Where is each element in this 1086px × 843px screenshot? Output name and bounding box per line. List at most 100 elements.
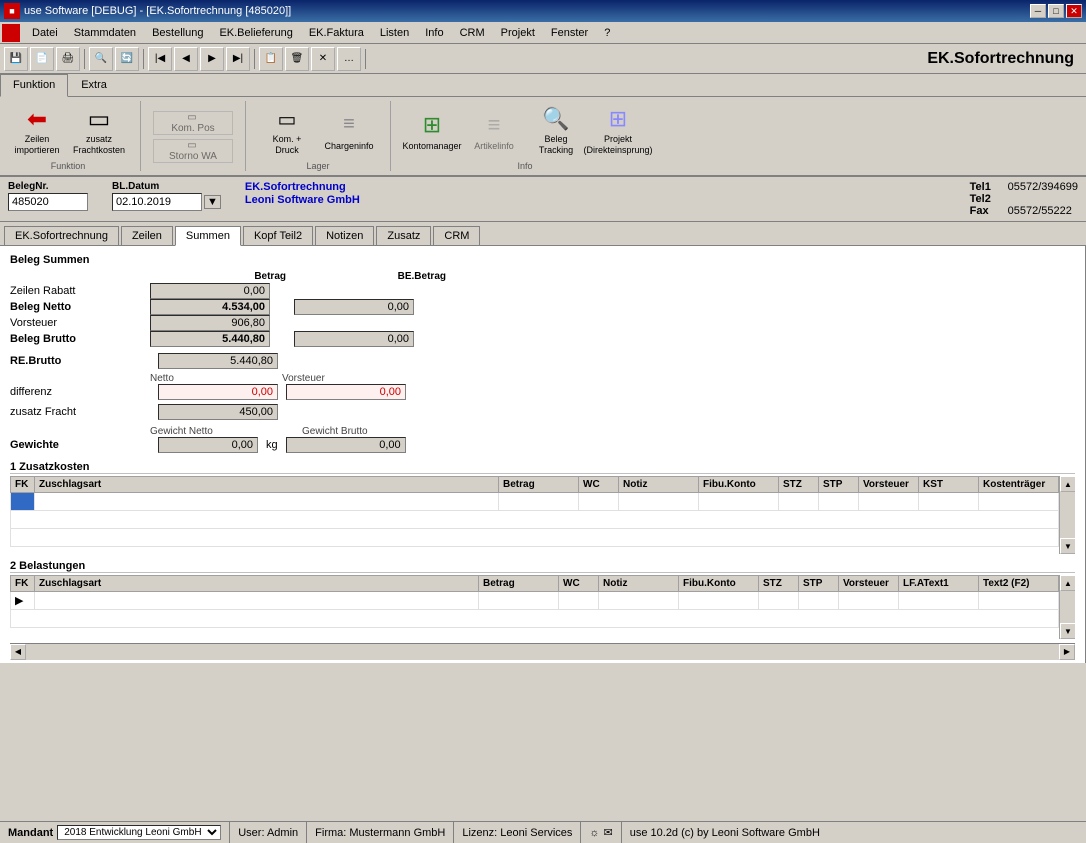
beleg-netto-label: Beleg Netto — [10, 299, 150, 315]
menu-fenster[interactable]: Fenster — [543, 25, 596, 41]
menu-ekfaktura[interactable]: EK.Faktura — [301, 25, 372, 41]
kom-pos-button[interactable]: ▭ Kom. Pos — [153, 111, 233, 135]
zeilen-rabatt-input[interactable] — [150, 283, 270, 299]
tab-summen[interactable]: Summen — [175, 226, 241, 246]
tab-crm[interactable]: CRM — [433, 226, 480, 245]
gewicht-brutto-input[interactable] — [286, 437, 406, 453]
vorsteuer-input[interactable] — [150, 315, 270, 331]
menu-listen[interactable]: Listen — [372, 25, 417, 41]
zk-scroll-up[interactable]: ▲ — [1060, 476, 1075, 492]
bl-vorsteuer-new — [839, 592, 899, 610]
ek-title: EK.Sofortrechnung — [370, 50, 1082, 68]
bl-fibu-new — [679, 592, 759, 610]
belastungen-table-container: FK Zuschlagsart Betrag WC Notiz Fibu.Kon… — [10, 575, 1075, 639]
kom-druck-button[interactable]: ▭ Kom. +Druck — [258, 101, 316, 159]
toolbar: 💾 📄 🖨 🔍 🔄 |◀ ◀ ▶ ▶| 📋 🗑 ✕ … EK.Sofortrec… — [0, 44, 1086, 74]
bl-fk-header: FK — [11, 576, 35, 592]
window-controls[interactable]: ─ □ ✕ — [1030, 4, 1082, 18]
ribbon-tab-extra[interactable]: Extra — [68, 74, 120, 96]
gewicht-netto-input[interactable] — [158, 437, 258, 453]
tab-notizen[interactable]: Notizen — [315, 226, 374, 245]
bl-vscroll[interactable]: ▲ ▼ — [1059, 575, 1075, 639]
menu-stammdaten[interactable]: Stammdaten — [66, 25, 144, 41]
differenz-vorsteuer-input[interactable] — [286, 384, 406, 400]
bl-fibu-header: Fibu.Konto — [679, 576, 759, 592]
beleg-tracking-button[interactable]: 🔍 BelegTracking — [527, 101, 585, 159]
menu-projekt[interactable]: Projekt — [493, 25, 543, 41]
tab-kopf-teil2[interactable]: Kopf Teil2 — [243, 226, 313, 245]
first-button[interactable]: |◀ — [148, 47, 172, 71]
zk-kst-header: KST — [919, 477, 979, 493]
zk-notiz-header: Notiz — [619, 477, 699, 493]
search-button[interactable]: 🔍 — [89, 47, 113, 71]
storno-wa-button[interactable]: ▭ Storno WA — [153, 139, 233, 163]
close-button[interactable]: ✕ — [1066, 4, 1082, 18]
maximize-button[interactable]: □ — [1048, 4, 1064, 18]
projekt-button[interactable]: ⊞ Projekt(Direkteinsprung) — [589, 101, 647, 159]
zk-vscroll[interactable]: ▲ ▼ — [1059, 476, 1075, 554]
zk-stp-new — [819, 493, 859, 511]
beleg-netto-be-input[interactable] — [294, 299, 414, 315]
zk-wc-header: WC — [579, 477, 619, 493]
beleg-brutto-input[interactable] — [150, 331, 270, 347]
bl-betrag-new — [479, 592, 559, 610]
kontomanager-button[interactable]: ⊞ Kontomanager — [403, 101, 461, 159]
zeilen-importieren-button[interactable]: ⬅ Zeilen importieren — [8, 101, 66, 159]
save-button[interactable]: 💾 — [4, 47, 28, 71]
differenz-netto-input[interactable] — [158, 384, 278, 400]
menu-crm[interactable]: CRM — [452, 25, 493, 41]
menu-bestellung[interactable]: Bestellung — [144, 25, 211, 41]
ek-sofort-field: EK.Sofortrechnung Leoni Software GmbH — [245, 181, 360, 206]
menu-info[interactable]: Info — [417, 25, 451, 41]
zusatz-frachtkosten-button[interactable]: ▭ zusatz Frachtkosten — [70, 101, 128, 159]
zk-scroll-down[interactable]: ▼ — [1060, 538, 1075, 554]
print-button[interactable]: 🖨 — [56, 47, 80, 71]
delete-button[interactable]: 🗑 — [285, 47, 309, 71]
zusatzkosten-new-row[interactable] — [11, 493, 1059, 511]
prev-button[interactable]: ◀ — [174, 47, 198, 71]
netto-sublabel: Netto — [150, 373, 270, 384]
new-button[interactable]: 📄 — [30, 47, 54, 71]
hscroll-left-btn[interactable]: ◀ — [10, 644, 26, 660]
bl-datum-label: BL.Datum — [112, 181, 221, 192]
menu-ekbelieferung[interactable]: EK.Belieferung — [211, 25, 300, 41]
re-brutto-input[interactable] — [158, 353, 278, 369]
version-segment: use 10.2d (c) by Leoni Software GmbH — [622, 822, 828, 843]
zusatz-frachtkosten-label: zusatz Frachtkosten — [73, 134, 125, 156]
toolbar-sep2 — [143, 49, 144, 69]
beleg-nr-input[interactable] — [8, 193, 88, 211]
tab-zeilen[interactable]: Zeilen — [121, 226, 173, 245]
next-button[interactable]: ▶ — [200, 47, 224, 71]
bl-datum-dropdown[interactable]: ▼ — [204, 195, 221, 209]
copy-button[interactable]: 📋 — [259, 47, 283, 71]
chargeninfo-button[interactable]: ≡ Chargeninfo — [320, 101, 378, 159]
storno-wa-icon: ▭ — [187, 140, 196, 151]
user-segment: User: Admin — [230, 822, 307, 843]
bl-datum-input[interactable] — [112, 193, 202, 211]
more-button[interactable]: … — [337, 47, 361, 71]
artikelinfo-button[interactable]: ≡ Artikelinfo — [465, 101, 523, 159]
beleg-brutto-be-input[interactable] — [294, 331, 414, 347]
tab-zusatz[interactable]: Zusatz — [376, 226, 431, 245]
belastungen-section: 2 Belastungen FK Zuschlagsart Betrag WC … — [10, 560, 1075, 639]
mandant-select[interactable]: 2018 Entwicklung Leoni GmbH — [57, 825, 221, 840]
kontomanager-icon: ⊞ — [416, 109, 448, 141]
belastungen-new-row[interactable]: ▶ — [11, 592, 1059, 610]
zusatz-fracht-input[interactable] — [158, 404, 278, 420]
bl-scroll-down[interactable]: ▼ — [1060, 623, 1075, 639]
bl-scroll-up[interactable]: ▲ — [1060, 575, 1075, 591]
tab-ek-sofortrechnung[interactable]: EK.Sofortrechnung — [4, 226, 119, 245]
hscroll-right-btn[interactable]: ▶ — [1059, 644, 1075, 660]
last-button[interactable]: ▶| — [226, 47, 250, 71]
cancel-button[interactable]: ✕ — [311, 47, 335, 71]
beleg-netto-input[interactable] — [150, 299, 270, 315]
menu-datei[interactable]: Datei — [24, 25, 66, 41]
menu-help[interactable]: ? — [596, 25, 618, 41]
toolbar-sep3 — [254, 49, 255, 69]
refresh-button[interactable]: 🔄 — [115, 47, 139, 71]
hscroll-track — [26, 644, 1059, 660]
minimize-button[interactable]: ─ — [1030, 4, 1046, 18]
bottom-scroll-bar[interactable]: ◀ ▶ — [10, 643, 1075, 659]
ribbon-tab-funktion[interactable]: Funktion — [0, 74, 68, 97]
chargeninfo-label: Chargeninfo — [324, 141, 373, 152]
